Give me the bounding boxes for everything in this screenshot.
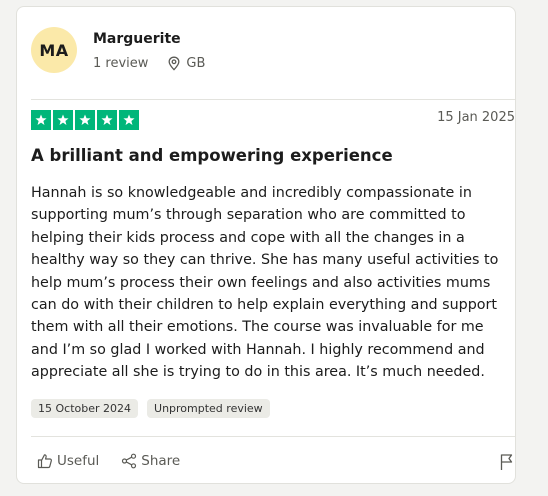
experience-date-badge: 15 October 2024: [31, 399, 139, 418]
review-title[interactable]: A brilliant and empowering experience: [31, 146, 393, 165]
flag-icon: [500, 454, 513, 470]
star-icon: [75, 110, 95, 130]
star-icon: [53, 110, 73, 130]
share-label: Share: [141, 453, 181, 469]
star-rating: [31, 110, 141, 130]
useful-label: Useful: [57, 453, 100, 469]
review-date: 15 Jan 2025: [437, 110, 515, 125]
review-body: Hannah is so knowledgeable and incredibl…: [31, 185, 499, 381]
reviewer-location: GB: [168, 56, 205, 71]
divider: [31, 436, 515, 437]
review-actions: Useful Share: [37, 453, 202, 469]
reviewer-meta: 1 review GB: [93, 56, 205, 71]
star-icon: [31, 110, 51, 130]
thumbs-up-icon: [37, 454, 52, 469]
location-code: GB: [186, 56, 206, 71]
reviewer-name[interactable]: Marguerite: [93, 31, 205, 47]
report-button[interactable]: [499, 453, 515, 475]
location-pin-icon: [168, 56, 180, 71]
useful-button[interactable]: Useful: [37, 453, 99, 469]
reviewer-info: Marguerite 1 review GB: [93, 31, 205, 71]
star-icon: [97, 110, 117, 130]
review-count: 1 review: [93, 56, 149, 71]
star-icon: [119, 110, 139, 130]
avatar[interactable]: MA: [31, 27, 77, 73]
share-button[interactable]: Share: [121, 453, 180, 469]
review-tags: 15 October 2024 Unprompted review: [31, 399, 279, 418]
divider: [31, 99, 515, 100]
review-card: MA Marguerite 1 review GB 15 Jan 2025 A …: [16, 6, 516, 484]
reviewer-header: MA Marguerite 1 review GB: [31, 27, 205, 73]
share-icon: [122, 453, 137, 469]
unprompted-review-badge[interactable]: Unprompted review: [147, 399, 270, 418]
